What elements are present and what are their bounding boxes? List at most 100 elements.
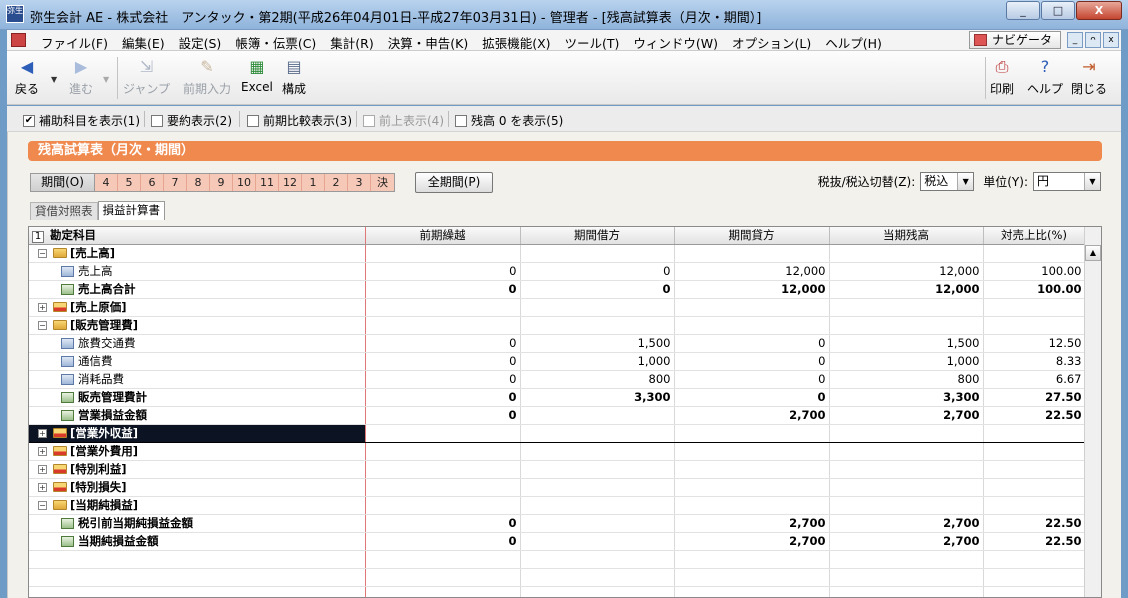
- app-icon[interactable]: 弥生: [6, 5, 24, 23]
- value-cell[interactable]: [983, 298, 1086, 317]
- prev-input-button[interactable]: ✎ 前期入力: [183, 57, 231, 97]
- value-cell[interactable]: 22.50: [983, 406, 1086, 425]
- collapse-icon[interactable]: −: [38, 248, 47, 258]
- table-row[interactable]: + [営業外費用]: [29, 442, 1086, 461]
- column-header-balance[interactable]: 当期残高: [829, 227, 984, 245]
- value-cell[interactable]: 1,500: [520, 334, 675, 353]
- value-cell[interactable]: [365, 442, 521, 461]
- value-cell[interactable]: [674, 460, 830, 479]
- account-cell[interactable]: 販売管理費計: [29, 388, 366, 407]
- account-cell[interactable]: + [特別損失]: [29, 478, 366, 497]
- expand-icon[interactable]: +: [38, 464, 47, 474]
- value-cell[interactable]: 12,000: [674, 262, 830, 281]
- unit-select[interactable]: 円 ▼: [1033, 172, 1101, 191]
- mdi-restore-button[interactable]: ᴖ: [1085, 32, 1101, 48]
- value-cell[interactable]: 0: [365, 262, 521, 281]
- menu-item-3[interactable]: 帳簿・伝票(C): [228, 33, 323, 52]
- table-row[interactable]: 旅費交通費 0 1,500 0 1,500 12.50: [29, 334, 1086, 353]
- expand-icon[interactable]: +: [38, 482, 47, 492]
- table-row[interactable]: + [特別利益]: [29, 460, 1086, 479]
- column-header-account[interactable]: 1 勘定科目: [29, 227, 366, 245]
- option-show-zero[interactable]: 残高 0 を表示(5): [455, 112, 563, 129]
- tab-income-statement[interactable]: 損益計算書: [97, 201, 165, 220]
- value-cell[interactable]: 2,700: [829, 532, 984, 551]
- table-row[interactable]: + [特別損失]: [29, 478, 1086, 497]
- document-icon[interactable]: [11, 33, 26, 47]
- table-row[interactable]: − [当期純損益]: [29, 496, 1086, 515]
- value-cell[interactable]: 0: [365, 280, 521, 299]
- table-row[interactable]: + [営業外収益]: [29, 423, 1086, 443]
- account-cell[interactable]: + [特別利益]: [29, 460, 366, 479]
- jump-button[interactable]: ⇲ ジャンプ: [123, 57, 170, 97]
- maximize-button[interactable]: □: [1041, 1, 1075, 20]
- menu-item-6[interactable]: 拡張機能(X): [475, 33, 557, 52]
- account-cell[interactable]: 税引前当期純損益金額: [29, 514, 366, 533]
- excel-button[interactable]: ▦ Excel: [241, 57, 273, 94]
- value-cell[interactable]: [365, 478, 521, 497]
- account-cell[interactable]: 当期純損益金額: [29, 532, 366, 551]
- value-cell[interactable]: 2,700: [674, 406, 830, 425]
- table-row[interactable]: 販売管理費計 0 3,300 0 3,300 27.50: [29, 388, 1086, 407]
- collapse-icon[interactable]: −: [38, 320, 47, 330]
- back-button[interactable]: ◀ 戻る: [15, 57, 39, 97]
- menu-item-7[interactable]: ツール(T): [558, 33, 627, 52]
- value-cell[interactable]: 3,300: [520, 388, 675, 407]
- table-row[interactable]: − [販売管理費]: [29, 316, 1086, 335]
- value-cell[interactable]: 1,000: [520, 352, 675, 371]
- table-row[interactable]: − [売上高]: [29, 244, 1086, 263]
- value-cell[interactable]: [983, 244, 1086, 263]
- value-cell[interactable]: 12,000: [674, 280, 830, 299]
- mdi-close-button[interactable]: x: [1103, 32, 1119, 48]
- value-cell[interactable]: [520, 514, 675, 533]
- table-row[interactable]: 当期純損益金額 0 2,700 2,700 22.50: [29, 532, 1086, 551]
- table-row[interactable]: 通信費 0 1,000 0 1,000 8.33: [29, 352, 1086, 371]
- chevron-down-icon[interactable]: ▼: [957, 173, 974, 190]
- menu-item-2[interactable]: 設定(S): [172, 33, 229, 52]
- value-cell[interactable]: [829, 442, 984, 461]
- value-cell[interactable]: [829, 460, 984, 479]
- menu-item-8[interactable]: ウィンドウ(W): [626, 33, 725, 52]
- value-cell[interactable]: [674, 298, 830, 317]
- value-cell[interactable]: 12.50: [983, 334, 1086, 353]
- value-cell[interactable]: 800: [829, 370, 984, 389]
- close-window-button[interactable]: X: [1076, 1, 1122, 20]
- mdi-minimize-button[interactable]: _: [1067, 32, 1083, 48]
- vertical-scrollbar[interactable]: ▲: [1084, 227, 1101, 597]
- value-cell[interactable]: 100.00: [983, 262, 1086, 281]
- menu-item-1[interactable]: 編集(E): [115, 33, 172, 52]
- value-cell[interactable]: 12,000: [829, 280, 984, 299]
- menu-item-10[interactable]: ヘルプ(H): [818, 33, 889, 52]
- account-cell[interactable]: + [営業外費用]: [29, 442, 366, 461]
- value-cell[interactable]: 2,700: [829, 514, 984, 533]
- compose-button[interactable]: ▤ 構成: [282, 57, 306, 97]
- scroll-up-icon[interactable]: ▲: [1085, 245, 1101, 261]
- value-cell[interactable]: [829, 298, 984, 317]
- value-cell[interactable]: 12,000: [829, 262, 984, 281]
- value-cell[interactable]: [983, 442, 1086, 461]
- account-cell[interactable]: − [販売管理費]: [29, 316, 366, 335]
- table-row[interactable]: 消耗品費 0 800 0 800 6.67: [29, 370, 1086, 389]
- value-cell[interactable]: [520, 298, 675, 317]
- value-cell[interactable]: [829, 316, 984, 335]
- account-cell[interactable]: 通信費: [29, 352, 366, 371]
- value-cell[interactable]: [983, 460, 1086, 479]
- value-cell[interactable]: 6.67: [983, 370, 1086, 389]
- chevron-down-icon[interactable]: ▼: [1084, 173, 1100, 190]
- menu-item-4[interactable]: 集計(R): [323, 33, 380, 52]
- value-cell[interactable]: 8.33: [983, 352, 1086, 371]
- expand-icon[interactable]: +: [38, 446, 47, 456]
- period-label[interactable]: 期間(O): [31, 174, 95, 191]
- menu-item-0[interactable]: ファイル(F): [34, 33, 115, 52]
- forward-dropdown-icon[interactable]: ▼: [103, 75, 109, 84]
- expand-icon[interactable]: +: [38, 428, 47, 438]
- minimize-button[interactable]: _: [1006, 1, 1040, 20]
- option-summary[interactable]: 要約表示(2): [151, 112, 232, 129]
- column-header-debit[interactable]: 期間借方: [520, 227, 675, 245]
- value-cell[interactable]: 1,000: [829, 352, 984, 371]
- month-button-11[interactable]: 3: [348, 174, 371, 191]
- value-cell[interactable]: 0: [365, 370, 521, 389]
- menu-item-9[interactable]: オプション(L): [725, 33, 818, 52]
- value-cell[interactable]: [829, 423, 984, 443]
- month-button-12[interactable]: 決: [371, 174, 394, 191]
- value-cell[interactable]: [520, 406, 675, 425]
